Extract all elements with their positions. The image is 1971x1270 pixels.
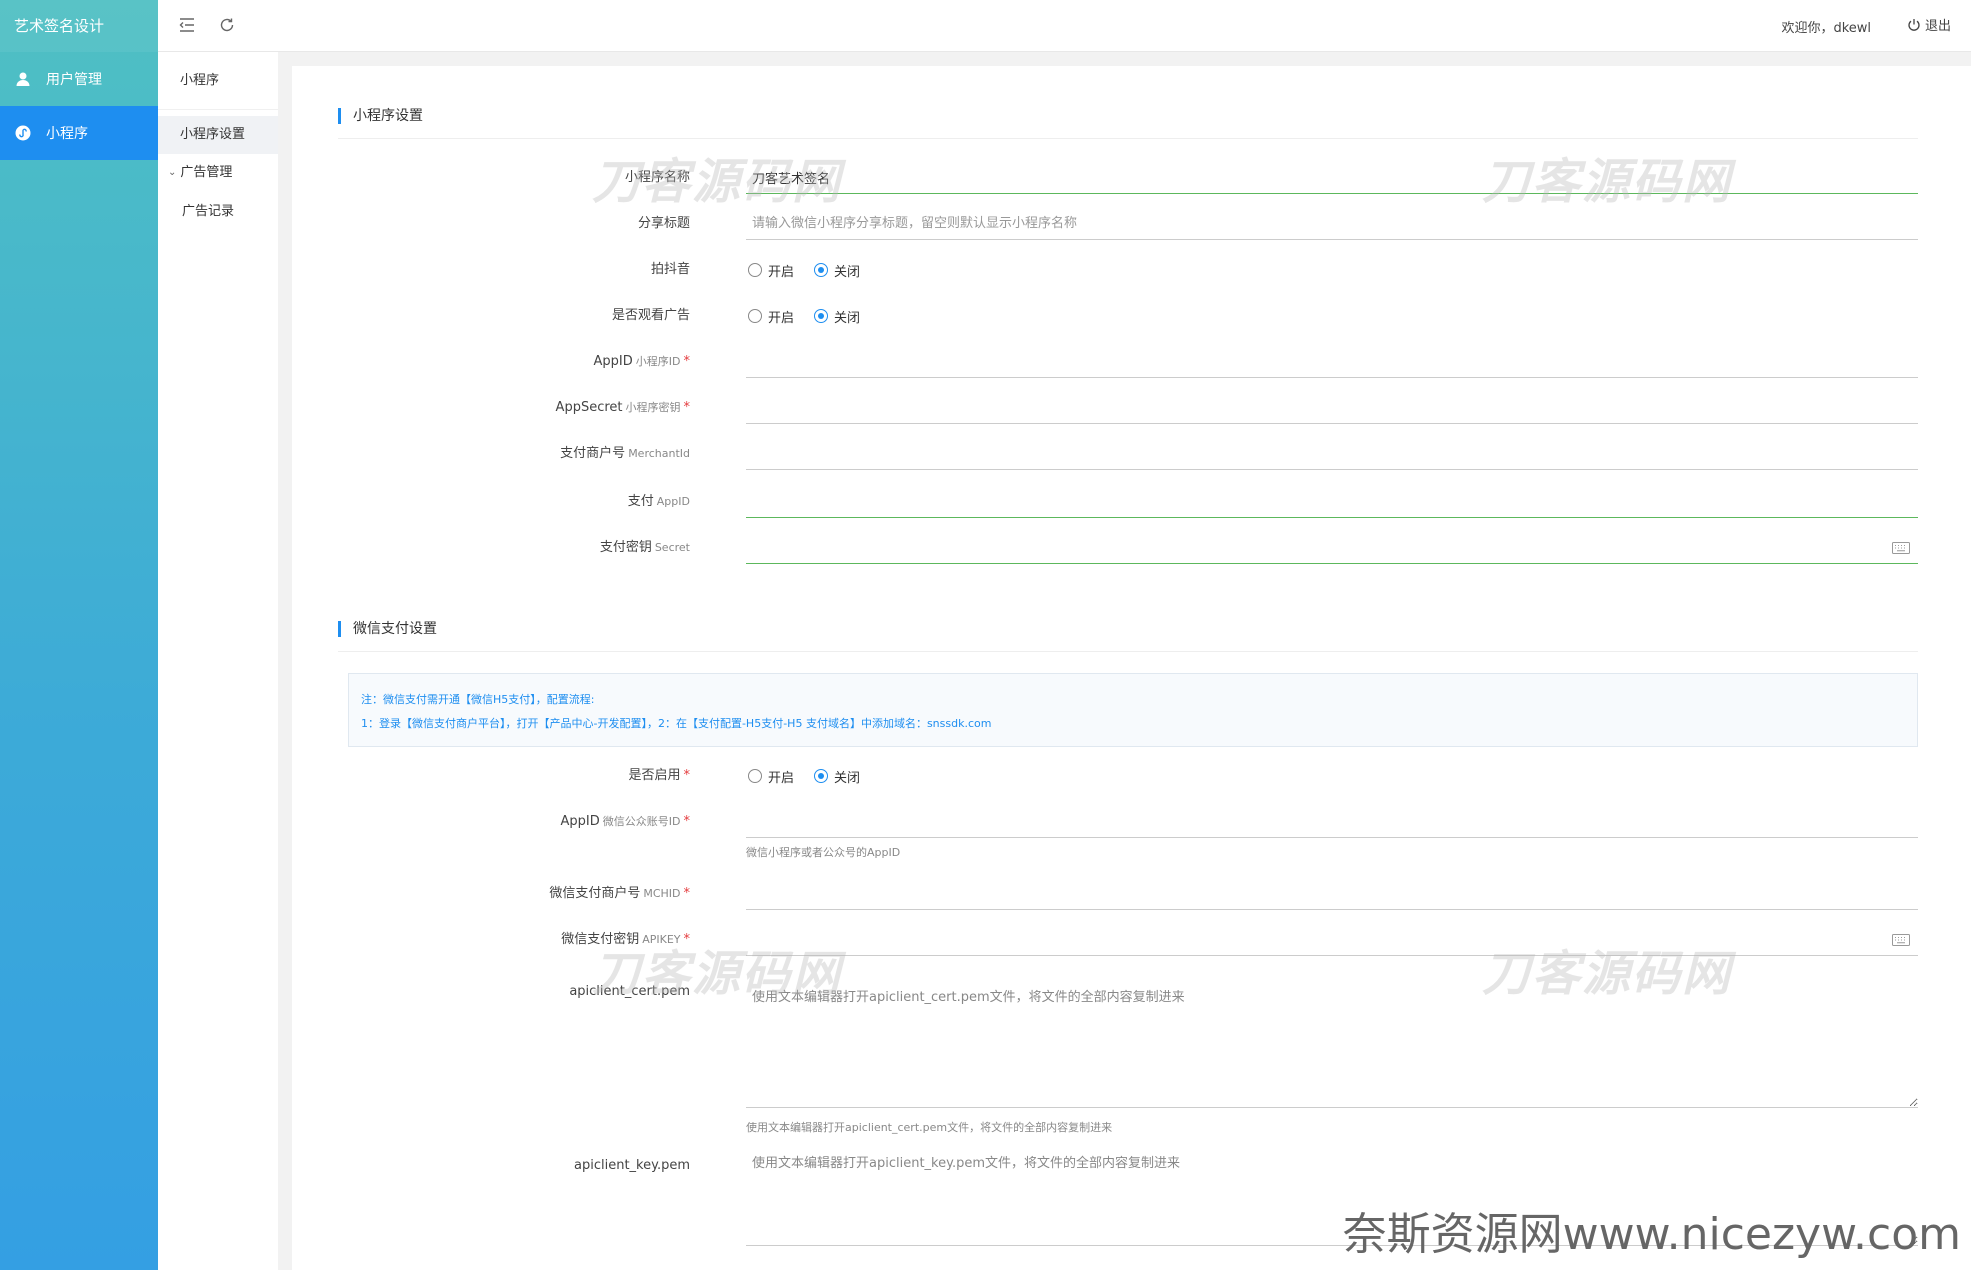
wx-enable-radio-on[interactable]: 开启 xyxy=(748,767,794,786)
douyin-radio-group: 开启 关闭 xyxy=(748,250,880,290)
appsecret-input[interactable] xyxy=(746,392,1918,424)
watermark: 刀客源码网 xyxy=(592,946,843,1002)
douyin-radio-off[interactable]: 关闭 xyxy=(814,261,860,280)
field-label: apiclient_key.pem xyxy=(574,1158,690,1173)
logout-button[interactable]: 退出 xyxy=(1907,15,1951,34)
menu-fold-icon[interactable] xyxy=(176,14,198,36)
form-row-ad: 是否观看广告 开启 关闭 xyxy=(292,296,1971,336)
top-header: 欢迎你，dkewl 退出 xyxy=(158,0,1971,52)
radio-circle xyxy=(814,309,829,323)
wx-cert-help: 使用文本编辑器打开apiclient_cert.pem文件，将文件的全部内容复制… xyxy=(746,1121,1113,1134)
form-row-douyin: 拍抖音 开启 关闭 xyxy=(292,250,1971,290)
wx-appid-help: 微信小程序或者公众号的AppID xyxy=(746,846,901,859)
notice-line: 1：登录【微信支付商户平台】，打开【产品中心-开发配置】，2：在【支付配置-H5… xyxy=(361,717,992,730)
radio-circle xyxy=(748,263,762,277)
welcome-text: 欢迎你，dkewl xyxy=(1781,21,1871,36)
subnav-item-ad-records[interactable]: 广告记录 xyxy=(158,192,278,232)
field-label: 支付密钥 Secret xyxy=(599,540,690,555)
watermark: 刀客源码网 xyxy=(1482,154,1733,210)
brand-title: 艺术签名设计 xyxy=(0,0,158,52)
sidebar-item-user-management[interactable]: 用户管理 xyxy=(0,52,158,106)
douyin-radio-on[interactable]: 开启 xyxy=(748,261,794,280)
field-label: AppID 小程序ID * xyxy=(593,354,690,369)
subnav-group-label: 广告管理 xyxy=(180,165,233,180)
pay-secret-input[interactable] xyxy=(746,532,1918,564)
footer-watermark: 奈斯资源网www.nicezyw.com xyxy=(1342,1209,1961,1260)
sidebar-item-label: 用户管理 xyxy=(46,72,102,88)
radio-circle xyxy=(748,769,762,783)
appid-input[interactable] xyxy=(746,346,1918,378)
power-icon xyxy=(1908,18,1920,31)
form-row-wx-mchid: 微信支付商户号 MCHID * xyxy=(292,874,1971,914)
ad-radio-on[interactable]: 开启 xyxy=(748,307,794,326)
refresh-icon[interactable] xyxy=(216,14,238,36)
ad-radio-off[interactable]: 关闭 xyxy=(814,307,860,326)
field-label: 支付 AppID xyxy=(627,494,690,509)
keyboard-icon[interactable] xyxy=(1892,934,1910,946)
sidebar-item-label: 小程序 xyxy=(46,126,88,142)
wx-apikey-input[interactable] xyxy=(746,924,1918,956)
divider xyxy=(338,651,1918,652)
subnav-item-mini-settings[interactable]: 小程序设置 xyxy=(158,116,278,154)
mini-name-input[interactable] xyxy=(746,162,1918,194)
watermark: 刀客源码网 xyxy=(592,154,843,210)
merchant-id-input[interactable] xyxy=(746,438,1918,470)
mini-program-icon xyxy=(14,124,32,142)
radio-circle xyxy=(748,309,762,323)
form-row-merchant: 支付商户号 MerchantId xyxy=(292,434,1971,474)
watermark: 刀客源码网 xyxy=(1482,946,1733,1002)
form-row-wx-enable: 是否启用 * 开启 关闭 xyxy=(292,756,1971,796)
form-row-appsecret: AppSecret 小程序密钥 * xyxy=(292,388,1971,428)
field-label: 拍抖音 xyxy=(650,262,690,277)
wx-enable-radio-off[interactable]: 关闭 xyxy=(814,767,860,786)
wx-mchid-input[interactable] xyxy=(746,878,1918,910)
logout-label: 退出 xyxy=(1924,19,1951,34)
radio-circle xyxy=(814,769,829,783)
notice-line: 注：微信支付需开通【微信H5支付】，配置流程: xyxy=(361,693,595,706)
ad-radio-group: 开启 关闭 xyxy=(748,296,880,336)
chevron-down-icon: ⌄ xyxy=(168,167,177,178)
sidebar-item-mini-program[interactable]: 小程序 xyxy=(0,106,158,160)
field-label: AppID 微信公众账号ID * xyxy=(560,814,690,829)
subnav-title: 小程序 xyxy=(158,52,278,110)
field-label: 是否观看广告 xyxy=(611,308,690,323)
wx-appid-input[interactable] xyxy=(746,806,1918,838)
keyboard-icon[interactable] xyxy=(1892,542,1910,554)
form-row-appid: AppID 小程序ID * xyxy=(292,342,1971,382)
form-row-wx-appid: AppID 微信公众账号ID * xyxy=(292,802,1971,842)
form-row-pay-appid: 支付 AppID xyxy=(292,482,1971,522)
user-icon xyxy=(14,70,32,88)
form-row-pay-secret: 支付密钥 Secret xyxy=(292,528,1971,568)
section-title-wxpay: 微信支付设置 xyxy=(338,621,437,637)
wx-enable-radio-group: 开启 关闭 xyxy=(748,756,880,796)
field-label: 是否启用 * xyxy=(628,768,690,783)
wxpay-notice: 注：微信支付需开通【微信H5支付】，配置流程: 1：登录【微信支付商户平台】，打… xyxy=(348,673,1918,747)
section-title-mini: 小程序设置 xyxy=(338,108,423,124)
sub-navigation: 小程序 小程序设置 ⌄ 广告管理 广告记录 xyxy=(158,52,278,1270)
share-title-input[interactable] xyxy=(746,208,1918,240)
field-label: AppSecret 小程序密钥 * xyxy=(555,400,690,415)
main-content: 小程序设置 小程序名称 分享标题 拍抖音 开启 关闭 是否观看广告 开启 关闭 … xyxy=(292,66,1971,1270)
radio-circle xyxy=(814,263,829,277)
wx-cert-textarea[interactable] xyxy=(746,980,1918,1108)
pay-appid-input[interactable] xyxy=(746,486,1918,518)
divider xyxy=(338,138,1918,139)
subnav-group-ad-management[interactable]: ⌄ 广告管理 xyxy=(158,154,278,192)
sidebar: 艺术签名设计 用户管理 小程序 xyxy=(0,0,158,1270)
field-label: 支付商户号 MerchantId xyxy=(560,446,690,461)
field-label: 微信支付商户号 MCHID * xyxy=(549,886,690,901)
